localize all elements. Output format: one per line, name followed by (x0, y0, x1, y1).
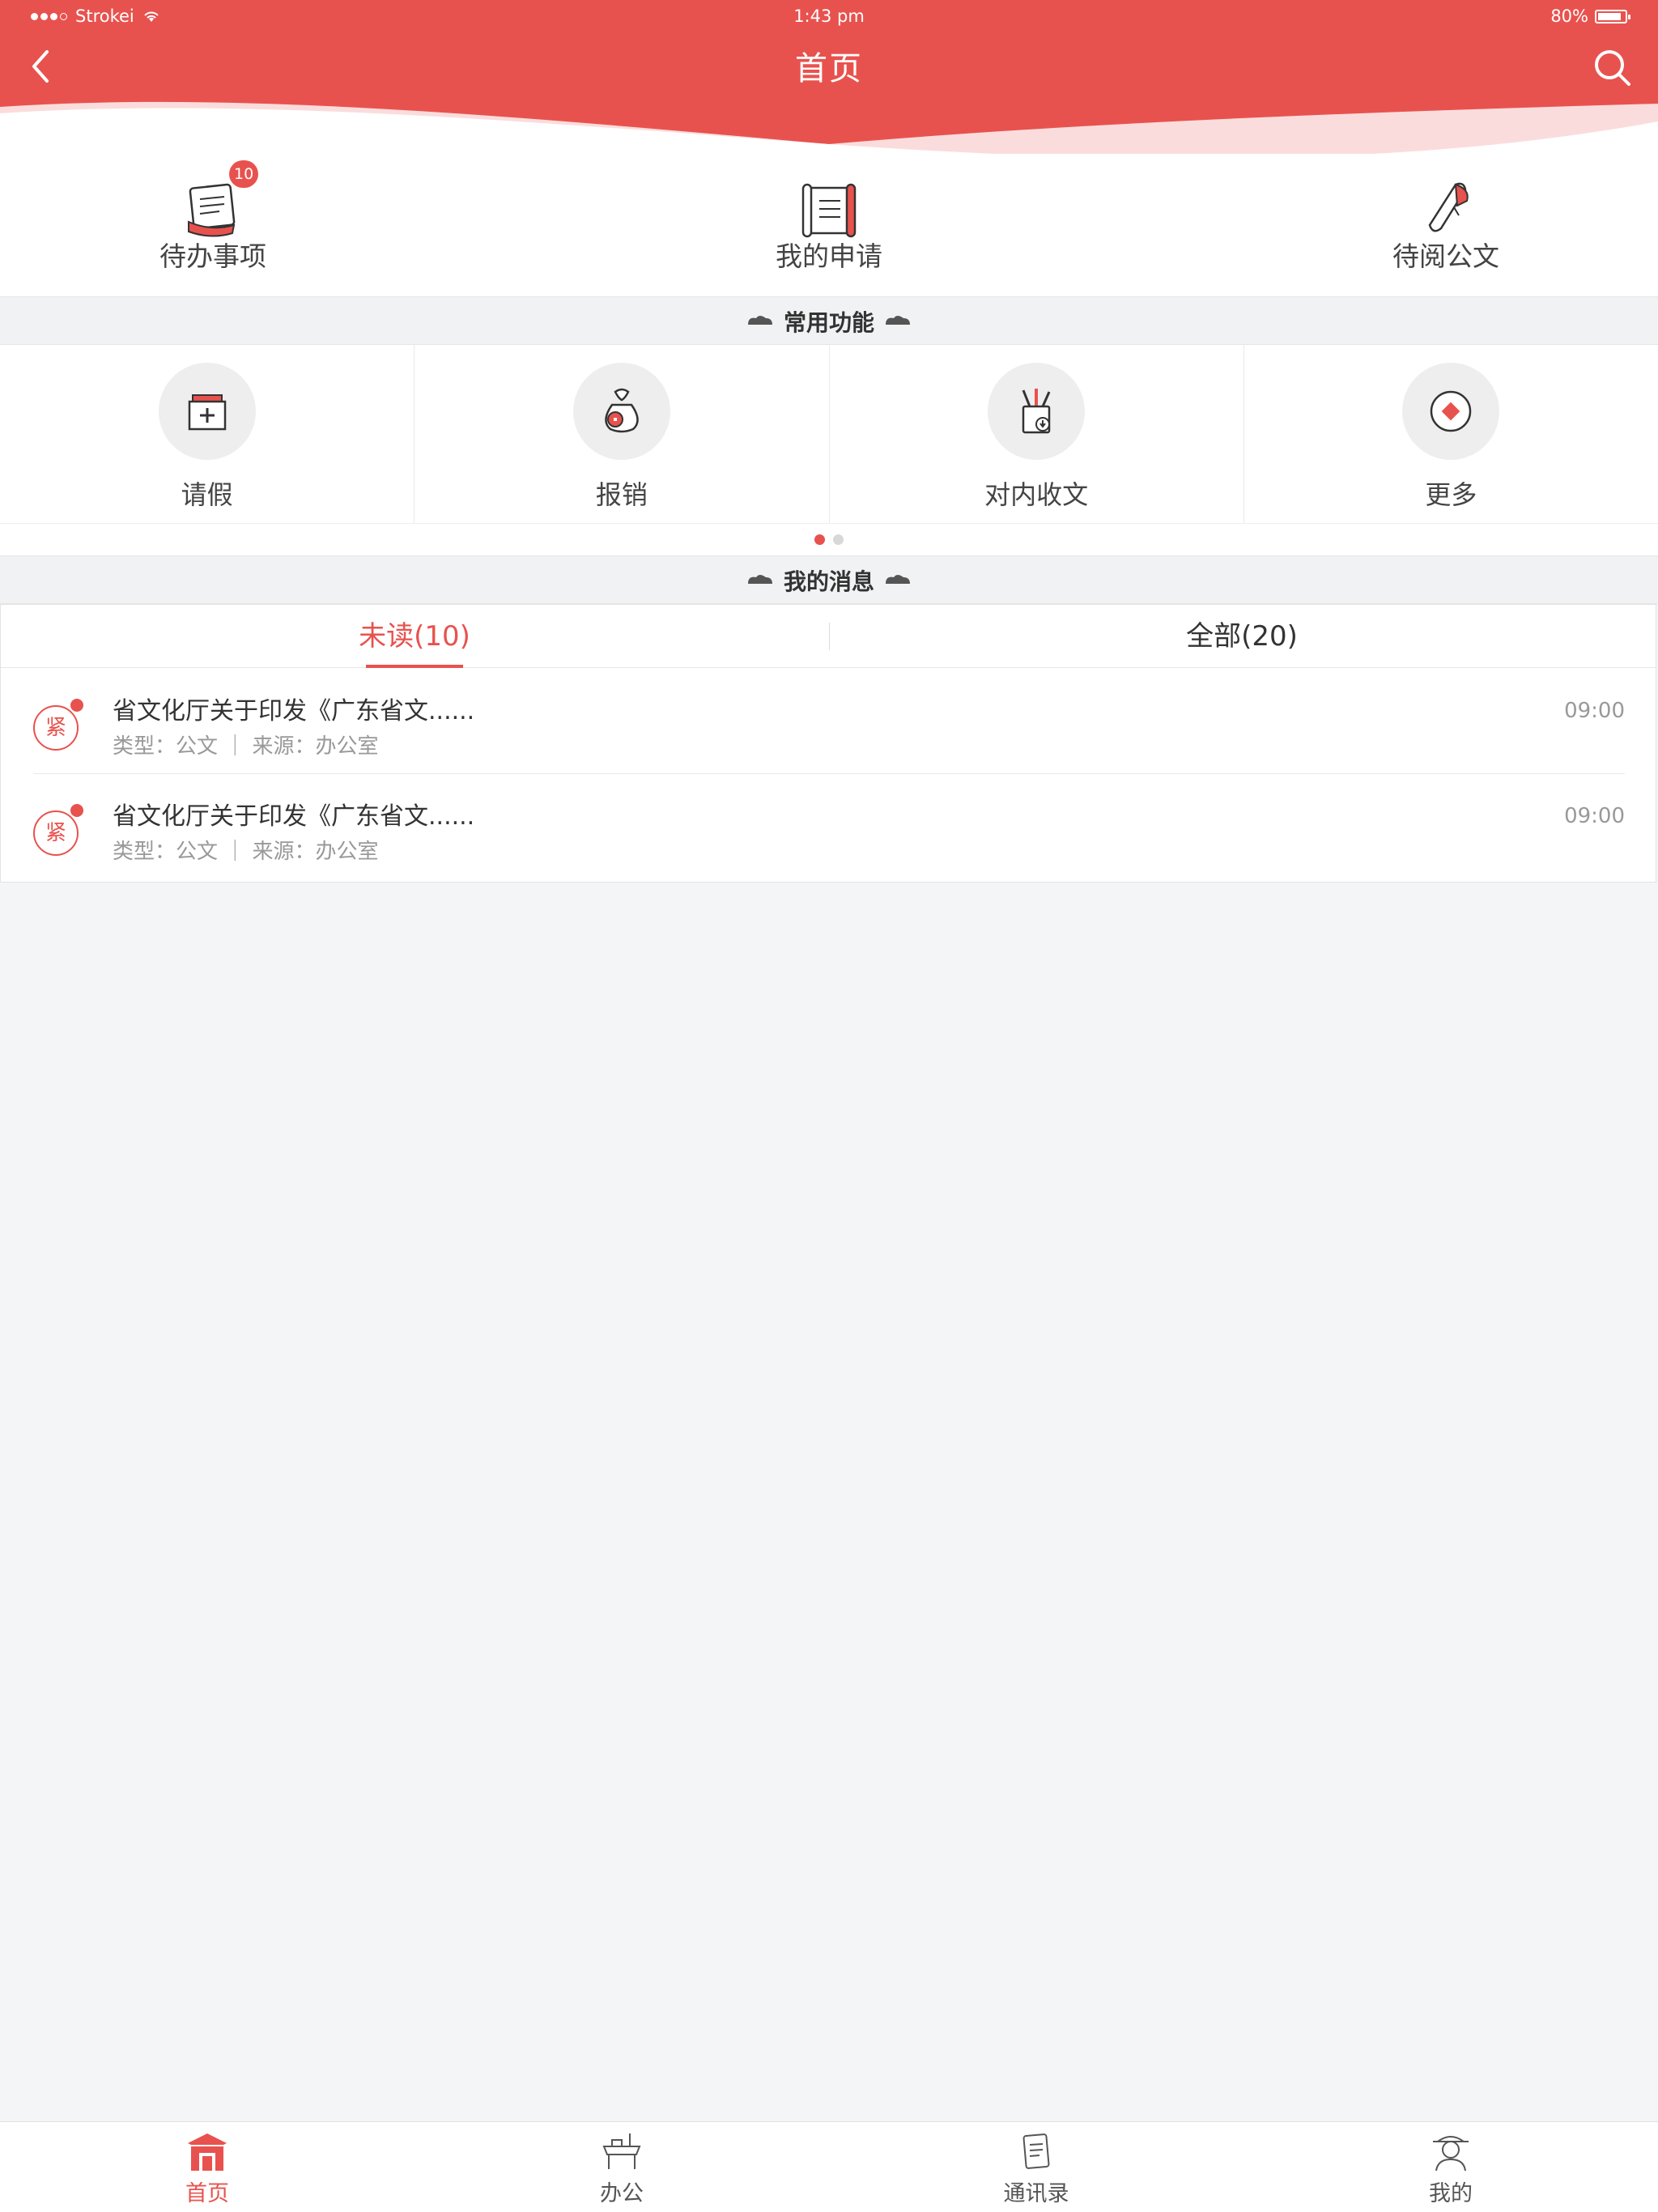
function-leave-icon-bg (158, 363, 256, 460)
message-title: 省文化厅关于印发《广东省文...... (113, 802, 475, 831)
function-reimbursement[interactable]: 报销 (414, 345, 830, 523)
quick-to-read-label: 待阅公文 (1392, 240, 1499, 272)
function-reimbursement-label: 报销 (595, 479, 648, 510)
function-grid: 请假 报销 对内收文 更多 (0, 345, 1658, 523)
urgent-tag-icon: 紧 (33, 810, 79, 856)
tabbar-home-label: 首页 (185, 2181, 229, 2206)
unread-dot (70, 699, 83, 712)
quick-todo[interactable]: 10 待办事项 (91, 154, 334, 296)
section-title-common: 常用功能 (783, 309, 874, 336)
quick-to-read-documents[interactable]: 待阅公文 (1324, 154, 1567, 296)
page-dot[interactable] (833, 534, 844, 545)
page-indicator (0, 523, 1658, 555)
bottom-tab-bar: 首页 办公 通讯录 我的 (0, 2121, 1658, 2212)
official-avatar-icon (1433, 2136, 1469, 2172)
medical-kit-icon (188, 394, 226, 431)
cloud-ornament-icon (886, 316, 910, 325)
message-title: 省文化厅关于印发《广东省文...... (113, 697, 475, 725)
search-button[interactable] (1592, 47, 1634, 89)
function-leave[interactable]: 请假 (0, 345, 415, 523)
battery-percent: 80% (1550, 6, 1588, 26)
open-scroll-icon (801, 183, 857, 238)
function-internal-receipt[interactable]: 对内收文 (830, 345, 1244, 523)
tab-unread[interactable]: 未读(10) (1, 605, 828, 667)
quick-entries: 10 待办事项 我的申请 待阅公文 (0, 154, 1658, 296)
section-header-messages: 我的消息 (0, 555, 1658, 604)
money-bag-icon (605, 388, 639, 433)
todo-count-badge: 10 (229, 160, 259, 188)
message-time: 09:00 (1564, 804, 1625, 828)
more-diamond-icon (1431, 390, 1472, 432)
section-title-messages: 我的消息 (783, 568, 874, 595)
cloud-ornament-icon (747, 575, 772, 584)
search-icon (1595, 50, 1630, 86)
function-internal-receipt-label: 对内收文 (984, 479, 1089, 510)
cloud-ornament-icon (747, 316, 772, 325)
tabbar-me[interactable]: 我的 (1244, 2122, 1658, 2212)
function-internal-receipt-icon-bg (988, 363, 1086, 460)
message-tabs: 未读(10) 全部(20) (1, 605, 1656, 668)
status-time: 1:43 pm (793, 6, 865, 26)
function-more-icon-bg (1402, 363, 1500, 460)
tabbar-contacts-label: 通讯录 (1003, 2181, 1069, 2206)
function-more-label: 更多 (1425, 479, 1477, 510)
message-meta: 类型：公文 ｜ 来源：办公室 (113, 840, 379, 864)
desk-icon (602, 2133, 641, 2169)
tab-all[interactable]: 全部(20) (828, 605, 1656, 667)
tab-divider (829, 623, 830, 650)
urgent-tag-icon: 紧 (33, 705, 79, 751)
contacts-scroll-icon (1022, 2133, 1050, 2169)
pen-holder-icon (1022, 389, 1051, 434)
quick-my-applications-label: 我的申请 (776, 240, 882, 272)
quick-todo-label: 待办事项 (159, 240, 266, 272)
tabbar-me-label: 我的 (1429, 2181, 1473, 2206)
page-title: 首页 (795, 50, 863, 87)
battery-icon (1595, 9, 1630, 23)
message-item[interactable]: 紧 省文化厅关于印发《广东省文...... 类型：公文 ｜ 来源：办公室 09:… (1, 773, 1656, 878)
message-panel: 未读(10) 全部(20) 紧 省文化厅关于印发《广东省文...... 类型：公… (0, 604, 1656, 883)
quick-my-applications[interactable]: 我的申请 (708, 154, 950, 296)
tabbar-office-label: 办公 (600, 2181, 644, 2206)
cloud-ornament-icon (886, 575, 910, 584)
function-reimbursement-icon-bg (572, 363, 670, 460)
section-header-common: 常用功能 (0, 296, 1658, 345)
message-item[interactable]: 紧 省文化厅关于印发《广东省文...... 类型：公文 ｜ 来源：办公室 09:… (1, 668, 1656, 773)
rolled-document-icon (1428, 182, 1469, 232)
tabbar-office[interactable]: 办公 (414, 2122, 829, 2212)
function-more[interactable]: 更多 (1244, 345, 1658, 523)
message-time: 09:00 (1564, 699, 1625, 723)
tabbar-home[interactable]: 首页 (0, 2122, 414, 2212)
page-dot-active[interactable] (814, 534, 825, 545)
home-gate-icon (188, 2133, 227, 2171)
function-leave-label: 请假 (181, 479, 233, 510)
header: Strokei 1:43 pm 80% 首页 (0, 0, 1658, 154)
status-bar: Strokei 1:43 pm 80% (0, 0, 1658, 34)
message-meta: 类型：公文 ｜ 来源：办公室 (113, 734, 379, 759)
tabbar-contacts[interactable]: 通讯录 (829, 2122, 1244, 2212)
unread-dot (70, 804, 83, 817)
